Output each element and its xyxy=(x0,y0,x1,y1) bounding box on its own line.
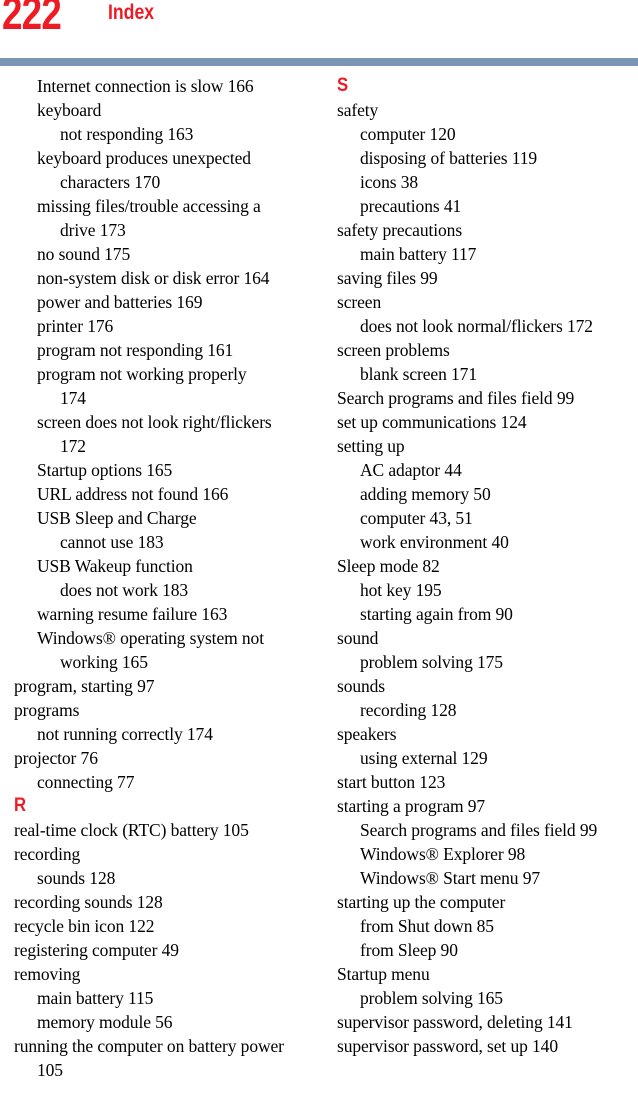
index-entry: warning resume failure 163 xyxy=(37,604,228,624)
index-entry: start button 123 xyxy=(337,772,446,792)
index-entry: Startup menu xyxy=(337,964,430,984)
index-entry: Sleep mode 82 xyxy=(337,556,440,576)
index-entry: running the computer on battery power xyxy=(14,1036,284,1056)
index-entry: 174 xyxy=(60,388,86,408)
index-entry: characters 170 xyxy=(60,172,161,192)
index-entry: starting up the computer xyxy=(337,892,506,912)
index-entry: saving files 99 xyxy=(337,268,438,288)
index-entry: from Sleep 90 xyxy=(360,940,458,960)
index-entry: Windows® operating system not xyxy=(37,628,264,648)
index-entry: computer 43, 51 xyxy=(360,508,473,528)
page-number: 222 xyxy=(2,0,62,39)
index-entry: non-system disk or disk error 164 xyxy=(37,268,270,288)
index-entry: URL address not found 166 xyxy=(37,484,229,504)
index-entry: connecting 77 xyxy=(37,772,135,792)
index-entry: Search programs and files field 99 xyxy=(337,388,575,408)
page-header: 222 Index xyxy=(0,0,638,66)
index-entry: precautions 41 xyxy=(360,196,462,216)
index-entry: from Shut down 85 xyxy=(360,916,494,936)
index-entry: program not working properly xyxy=(37,364,247,384)
index-entry: 105 xyxy=(37,1060,63,1080)
index-entry: recording 128 xyxy=(360,700,457,720)
index-entry: screen problems xyxy=(337,340,450,360)
index-entry: recording sounds 128 xyxy=(14,892,163,912)
index-entry: missing files/trouble accessing a xyxy=(37,196,261,216)
index-entry: Windows® Start menu 97 xyxy=(360,868,541,888)
index-entry: program, starting 97 xyxy=(14,676,155,696)
index-entry: main battery 117 xyxy=(360,244,477,264)
index-entry: power and batteries 169 xyxy=(37,292,203,312)
index-entry: Search programs and files field 99 xyxy=(360,820,598,840)
index-entry: no sound 175 xyxy=(37,244,131,264)
index-entry: printer 176 xyxy=(37,316,114,336)
index-entry: using external 129 xyxy=(360,748,488,768)
index-entry: screen does not look right/flickers xyxy=(37,412,272,432)
header-divider-rule xyxy=(0,58,638,66)
index-entry: working 165 xyxy=(60,652,148,672)
index-entry: not running correctly 174 xyxy=(37,724,213,744)
index-entry: starting again from 90 xyxy=(360,604,513,624)
index-entry: problem solving 175 xyxy=(360,652,503,672)
index-entry: USB Wakeup function xyxy=(37,556,193,576)
index-entry: set up communications 124 xyxy=(337,412,527,432)
index-entry: USB Sleep and Charge xyxy=(37,508,197,528)
index-letter-heading: R xyxy=(14,795,27,816)
index-entry: sounds xyxy=(337,676,386,696)
index-entry: Internet connection is slow 166 xyxy=(37,76,254,96)
index-entry: recycle bin icon 122 xyxy=(14,916,155,936)
index-entry: starting a program 97 xyxy=(337,796,486,816)
page-title: Index xyxy=(108,1,155,24)
index-entry: cannot use 183 xyxy=(60,532,164,552)
index-entry: 172 xyxy=(60,436,86,456)
index-entry: registering computer 49 xyxy=(14,940,179,960)
index-entry: not responding 163 xyxy=(60,124,194,144)
index-entry: setting up xyxy=(337,436,405,456)
index-entry: memory module 56 xyxy=(37,1012,173,1032)
index-entry: adding memory 50 xyxy=(360,484,491,504)
index-entry: AC adaptor 44 xyxy=(360,460,462,480)
index-entry: drive 173 xyxy=(60,220,126,240)
index-body: Internet connection is slow 166 keyboard n… xyxy=(0,74,638,1098)
index-entry: work environment 40 xyxy=(360,532,509,552)
index-entry: safety precautions xyxy=(337,220,463,240)
index-entry: Startup options 165 xyxy=(37,460,173,480)
index-entry: keyboard xyxy=(37,100,102,120)
index-entry: speakers xyxy=(337,724,397,744)
index-entry: programs xyxy=(14,700,80,720)
index-entry: real-time clock (RTC) battery 105 xyxy=(14,820,249,840)
index-entry: keyboard produces unexpected xyxy=(37,148,251,168)
index-entry: does not look normal/flickers 172 xyxy=(360,316,593,336)
index-entry: computer 120 xyxy=(360,124,456,144)
index-entry: recording xyxy=(14,844,81,864)
index-entry: hot key 195 xyxy=(360,580,442,600)
index-entry: does not work 183 xyxy=(60,580,189,600)
index-entry: main battery 115 xyxy=(37,988,154,1008)
index-entry: screen xyxy=(337,292,382,312)
index-column-right: Ssafety computer 120 disposing of batterie… xyxy=(337,74,638,1098)
index-entry: sounds 128 xyxy=(37,868,116,888)
index-letter-heading: S xyxy=(337,75,349,96)
index-entry: icons 38 xyxy=(360,172,419,192)
index-entry: problem solving 165 xyxy=(360,988,503,1008)
index-entry: disposing of batteries 119 xyxy=(360,148,538,168)
index-entry: supervisor password, deleting 141 xyxy=(337,1012,573,1032)
index-entry: safety xyxy=(337,100,379,120)
index-column-left: Internet connection is slow 166 keyboard n… xyxy=(14,74,319,1098)
index-entry: projector 76 xyxy=(14,748,98,768)
index-entry: blank screen 171 xyxy=(360,364,477,384)
index-entry: supervisor password, set up 140 xyxy=(337,1036,558,1056)
index-entry: removing xyxy=(14,964,81,984)
index-entry: sound xyxy=(337,628,379,648)
index-entry: Windows® Explorer 98 xyxy=(360,844,526,864)
index-entry: program not responding 161 xyxy=(37,340,234,360)
